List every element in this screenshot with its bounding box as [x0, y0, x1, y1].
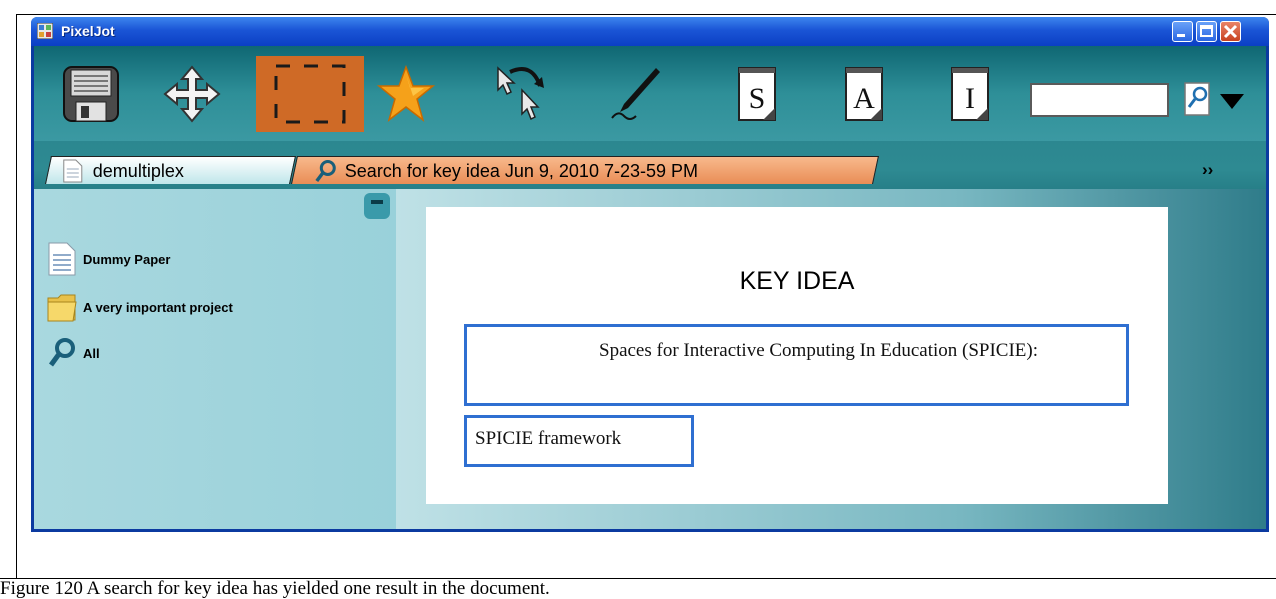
sidebar-item-label: All — [83, 345, 100, 361]
app-logo-icon — [37, 23, 53, 39]
i-note-icon[interactable]: I — [940, 64, 1000, 124]
maximize-icon — [1200, 25, 1213, 37]
search-result-text: SPICIE framework — [475, 428, 622, 449]
search-icon — [48, 338, 75, 367]
svg-text:I: I — [965, 82, 975, 115]
minimize-button[interactable] — [1172, 21, 1193, 42]
tab-overflow-button[interactable]: ›› — [1202, 160, 1213, 180]
folder-icon — [47, 294, 77, 322]
floppy-disk-icon[interactable] — [61, 64, 121, 124]
page-title: KEY IDEA — [739, 267, 855, 295]
tab-label: Search for key idea Jun 9, 2010 7-23-59 … — [344, 160, 699, 181]
sidebar-collapse-button[interactable] — [364, 193, 390, 219]
tab-demultiplex[interactable]: demultiplex — [45, 156, 296, 184]
move-arrows-icon[interactable] — [162, 64, 222, 124]
document-icon — [48, 242, 76, 276]
sidebar-item-all[interactable]: All — [46, 335, 100, 371]
minimize-icon — [1177, 34, 1185, 37]
close-icon — [1223, 24, 1238, 39]
sidebar-item-important-project[interactable]: A very important project — [46, 289, 233, 325]
window-title: PixelJot — [61, 23, 115, 39]
title-bar[interactable]: PixelJot — [31, 17, 1269, 46]
tab-search-key-idea[interactable]: Search for key idea Jun 9, 2010 7-23-59 … — [291, 156, 879, 184]
tab-bar: demultiplex Search for key idea Jun 9, 2… — [34, 141, 1266, 189]
maximize-button[interactable] — [1196, 21, 1217, 42]
search-input[interactable] — [1030, 83, 1169, 117]
selection-tool-button[interactable] — [256, 56, 364, 132]
app-window: PixelJot S A I demultiplex Search for ke… — [31, 17, 1269, 532]
close-button[interactable] — [1220, 21, 1241, 42]
search-icon — [315, 160, 336, 183]
star-icon[interactable] — [376, 64, 436, 124]
tab-label: demultiplex — [92, 160, 184, 181]
document-page[interactable]: KEY IDEA Spaces for Interactive Computin… — [426, 207, 1168, 504]
svg-text:A: A — [853, 82, 875, 115]
s-note-icon[interactable]: S — [727, 64, 787, 124]
search-result-highlight[interactable]: SPICIE framework — [464, 415, 694, 467]
sidebar-item-label: Dummy Paper — [83, 251, 171, 267]
pen-icon[interactable] — [604, 64, 664, 124]
document-icon — [63, 159, 83, 183]
selection-rectangle-icon — [274, 64, 346, 124]
drag-cursor-icon[interactable] — [492, 64, 552, 124]
search-result-highlight[interactable]: Spaces for Interactive Computing In Educ… — [464, 324, 1129, 406]
svg-text:S: S — [749, 82, 766, 115]
a-note-icon[interactable]: A — [834, 64, 894, 124]
search-result-text: Spaces for Interactive Computing In Educ… — [599, 340, 1039, 361]
sidebar-item-label: A very important project — [83, 299, 233, 315]
toolbar-dropdown-arrow-icon[interactable] — [1220, 94, 1244, 109]
search-document-icon[interactable] — [1182, 81, 1212, 117]
figure-frame-left — [16, 14, 17, 579]
toolbar: S A I — [34, 46, 1266, 141]
figure-frame-top — [16, 14, 1276, 15]
figure-caption: Figure 120 A search for key idea has yie… — [0, 578, 550, 599]
sidebar-item-dummy-paper[interactable]: Dummy Paper — [46, 241, 170, 277]
sidebar: Dummy Paper A very important project All — [34, 189, 396, 529]
